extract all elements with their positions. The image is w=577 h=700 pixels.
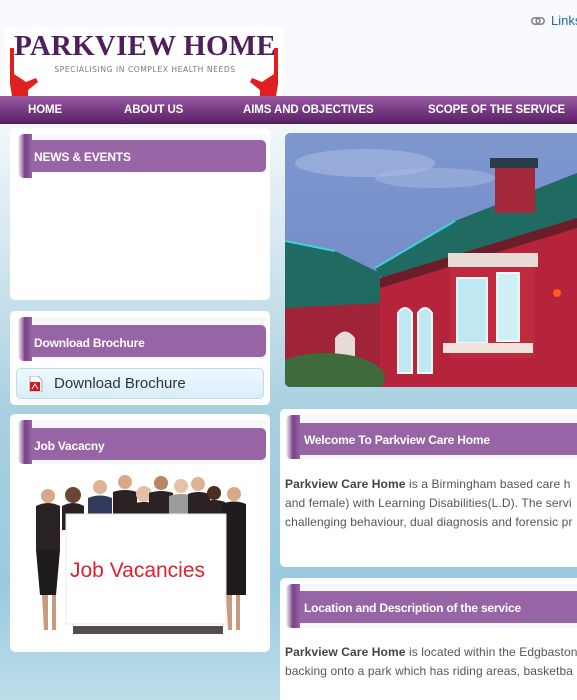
welcome-line-3: challenging behaviour, dual diagnosis an… bbox=[285, 515, 573, 529]
news-events-title: NEWS & EVENTS bbox=[34, 150, 131, 164]
brochure-header: Download Brochure bbox=[18, 317, 266, 361]
location-title: Location and Description of the service bbox=[304, 601, 521, 615]
brochure-title: Download Brochure bbox=[34, 336, 145, 350]
job-vacancies-sign-text: Job Vacancies bbox=[70, 559, 206, 582]
nav-scope-of-the-service[interactable]: SCOPE OF THE SERVICE bbox=[428, 104, 565, 116]
download-brochure-button[interactable]: Download Brochure bbox=[16, 368, 264, 399]
logo-tagline: SPECIALISING IN COMPLEX HEALTH NEEDS bbox=[54, 65, 236, 74]
download-brochure-label: Download Brochure bbox=[54, 375, 186, 392]
link-icon bbox=[531, 16, 545, 25]
main-nav: HOME ABOUT US AIMS AND OBJECTIVES SCOPE … bbox=[0, 96, 577, 124]
links-label: Links bbox=[551, 13, 577, 28]
pdf-icon bbox=[29, 375, 43, 392]
header: PARKVIEW HOME SPECIALISING IN COMPLEX HE… bbox=[0, 0, 577, 96]
job-vacancy-title: Job Vacacny bbox=[34, 439, 105, 453]
news-events-header: NEWS & EVENTS bbox=[18, 134, 266, 178]
job-vacancy-header: Job Vacacny bbox=[18, 420, 266, 464]
welcome-text: Parkview Care Home is a Birmingham based… bbox=[285, 475, 573, 532]
hero-building-image bbox=[285, 133, 577, 387]
location-line-2: backing onto a park which has riding are… bbox=[285, 664, 574, 678]
welcome-bold-lead: Parkview Care Home bbox=[285, 477, 406, 491]
welcome-title: Welcome To Parkview Care Home bbox=[304, 433, 490, 447]
nav-about-us[interactable]: ABOUT US bbox=[124, 104, 183, 116]
job-vacancies-image[interactable]: Job Vacancies bbox=[18, 470, 260, 642]
job-vacancies-illustration bbox=[36, 475, 246, 634]
location-bold-lead: Parkview Care Home bbox=[285, 645, 406, 659]
nav-home[interactable]: HOME bbox=[28, 104, 62, 116]
location-card: Location and Description of the service bbox=[280, 578, 577, 700]
location-text: Parkview Care Home is located within the… bbox=[285, 643, 577, 681]
logo-title: PARKVIEW HOME bbox=[14, 30, 276, 62]
links-link[interactable]: Links bbox=[531, 13, 577, 28]
welcome-line-1: Parkview Care Home is a Birmingham based… bbox=[285, 477, 571, 491]
welcome-header: Welcome To Parkview Care Home bbox=[286, 415, 577, 459]
nav-aims-and-objectives[interactable]: AIMS AND OBJECTIVES bbox=[243, 104, 374, 116]
location-line-1: Parkview Care Home is located within the… bbox=[285, 645, 577, 659]
building-photo bbox=[285, 133, 577, 387]
location-header: Location and Description of the service bbox=[286, 584, 577, 628]
news-events-card: NEWS & EVENTS bbox=[10, 128, 270, 300]
welcome-line-2: and female) with Learning Disabilities(L… bbox=[285, 496, 572, 510]
site-logo[interactable]: PARKVIEW HOME SPECIALISING IN COMPLEX HE… bbox=[4, 28, 284, 96]
